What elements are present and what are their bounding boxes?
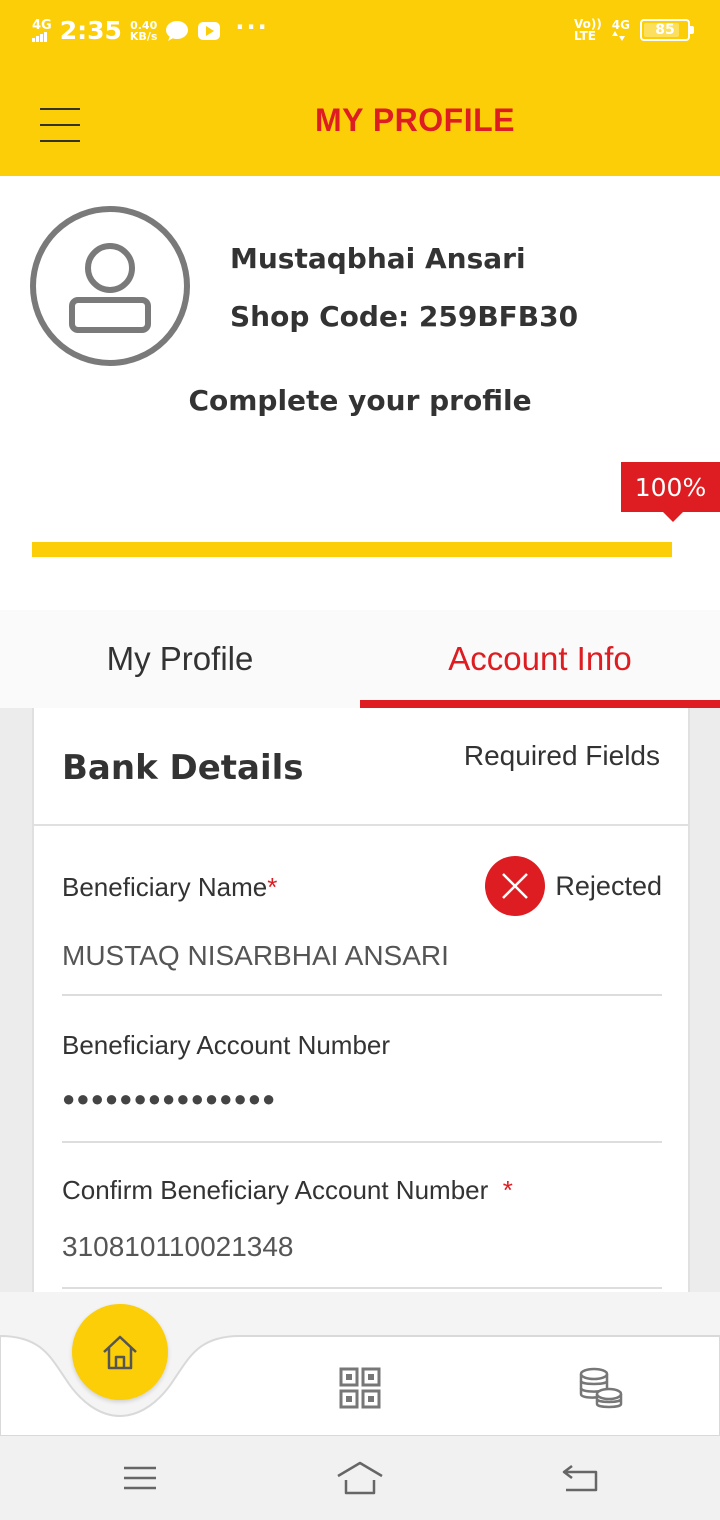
home-icon (337, 1461, 383, 1495)
required-star: * (502, 1175, 513, 1205)
system-menu-button[interactable] (110, 1456, 170, 1500)
progress-percent-badge: 100% (621, 462, 720, 522)
speed-unit: KB/s (129, 29, 158, 43)
tab-account-info[interactable]: Account Info (360, 610, 720, 708)
speed-value: 0.40 (130, 18, 158, 32)
verification-status: Rejected (485, 856, 662, 916)
bottom-nav (0, 1292, 720, 1436)
required-fields-label: Required Fields (463, 740, 660, 771)
qr-scan-button[interactable] (330, 1358, 390, 1418)
beneficiary-name-value: MUSTAQ NISARBHAI ANSARI (62, 940, 449, 971)
status-text: Rejected (555, 870, 662, 901)
shop-code: Shop Code: 259BFB30 (230, 300, 579, 333)
network-type: 4G (32, 18, 52, 33)
confirm-account-number-value: 310810110021348 (62, 1231, 294, 1262)
data-arrows-icon (611, 31, 625, 41)
home-icon (103, 1335, 137, 1370)
battery-icon: 85 (640, 19, 694, 41)
account-number-field[interactable]: Beneficiary Account Number ●●●●●●●●●●●●●… (62, 996, 662, 1143)
clock: 2:35 (59, 16, 122, 45)
home-button[interactable] (72, 1304, 168, 1400)
system-home-button[interactable] (330, 1456, 390, 1500)
confirm-account-number-field[interactable]: Confirm Beneficiary Account Number * 310… (62, 1143, 662, 1289)
profile-progress-bar (32, 542, 672, 557)
account-number-value: ●●●●●●●●●●●●●●● (62, 1086, 277, 1111)
status-bar: 4G 2:35 0.40 KB/s ··· Vo)) LTE 4G 85 (0, 0, 720, 66)
menu-icon (124, 1466, 156, 1490)
profile-header: Mustaqbhai Ansari Shop Code: 259BFB30 Co… (0, 176, 720, 610)
card-header: Bank Details Required Fields (34, 708, 688, 826)
system-nav-bar (0, 1436, 720, 1520)
field-label: Confirm Beneficiary Account Number * (62, 1175, 513, 1206)
network-indicator: 4G (611, 18, 630, 41)
avatar[interactable] (30, 206, 190, 366)
progress-fill (32, 542, 672, 557)
chat-icon (165, 20, 189, 42)
volte-bottom: LTE (573, 29, 596, 43)
label-text: Confirm Beneficiary Account Number (62, 1175, 489, 1205)
bank-details-card: Bank Details Required Fields Beneficiary… (32, 708, 690, 1292)
required-star: * (267, 872, 278, 902)
complete-profile-label: Complete your profile (188, 384, 532, 417)
signal-icon (32, 32, 47, 42)
app-bar: MY PROFILE (0, 66, 720, 176)
qr-code-icon (339, 1367, 381, 1409)
beneficiary-name-field[interactable]: Beneficiary Name* Rejected MUSTAQ NISARB… (62, 826, 662, 996)
bank-details-title: Bank Details (62, 748, 304, 788)
back-icon (562, 1465, 598, 1492)
rewards-button[interactable] (570, 1358, 630, 1418)
field-label: Beneficiary Name* (62, 872, 277, 903)
user-name: Mustaqbhai Ansari (230, 242, 526, 275)
youtube-icon (197, 20, 221, 42)
network-speed: 0.40 KB/s (130, 20, 157, 42)
rejected-icon (485, 856, 546, 916)
user-icon (69, 243, 151, 333)
label-text: Beneficiary Account Number (62, 1030, 391, 1060)
volte-indicator: Vo)) LTE (574, 18, 602, 42)
signal-indicator: 4G (32, 19, 52, 42)
tab-bar: My Profile Account Info (0, 610, 720, 708)
tab-my-profile[interactable]: My Profile (0, 610, 360, 708)
more-notifications-icon: ··· (235, 12, 269, 41)
coins-icon (579, 1367, 623, 1409)
field-label: Beneficiary Account Number (62, 1030, 390, 1061)
network-type-right: 4G (611, 18, 630, 32)
battery-level: 85 (655, 22, 675, 38)
system-back-button[interactable] (550, 1456, 610, 1500)
label-text: Beneficiary Name (62, 872, 268, 902)
page-title: MY PROFILE (315, 102, 515, 138)
